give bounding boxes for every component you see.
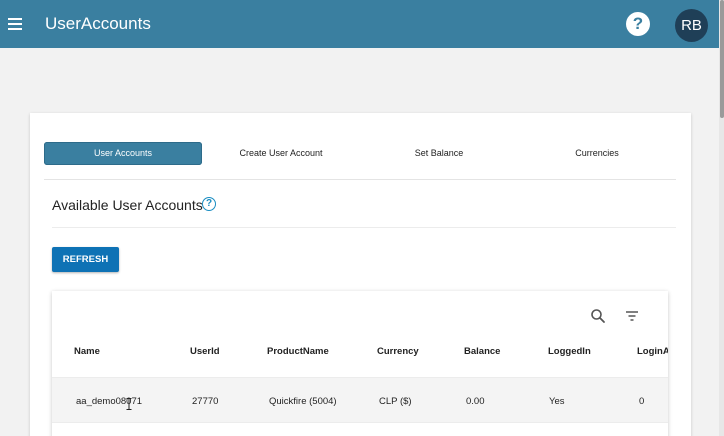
column-header-logina[interactable]: LoginA — [637, 346, 668, 357]
section-help-icon[interactable]: ? — [202, 197, 216, 211]
tab-set-balance[interactable]: Set Balance — [360, 142, 518, 165]
cell-productname: Quickfire (5004) — [269, 396, 337, 407]
table-row[interactable]: aa_demo08071 27770 Quickfire (5004) CLP … — [52, 377, 668, 423]
accounts-table: Name UserId ProductName Currency Balance… — [52, 291, 668, 436]
column-header-loggedin[interactable]: LoggedIn — [548, 346, 591, 357]
column-header-productname[interactable]: ProductName — [267, 346, 329, 357]
text-cursor-icon — [126, 398, 132, 410]
tab-user-accounts[interactable]: User Accounts — [44, 142, 202, 165]
help-icon[interactable]: ? — [626, 12, 650, 36]
search-icon[interactable] — [589, 307, 607, 325]
cell-currency: CLP ($) — [379, 396, 412, 407]
column-header-balance[interactable]: Balance — [464, 346, 500, 357]
cell-name: aa_demo08071 — [76, 396, 143, 407]
app-title: UserAccounts — [45, 14, 151, 33]
cell-balance: 0.00 — [466, 396, 485, 407]
tab-currencies[interactable]: Currencies — [518, 142, 676, 165]
column-header-userid[interactable]: UserId — [190, 346, 220, 357]
section-title: Available User Accounts — [52, 197, 203, 213]
menu-icon[interactable] — [8, 16, 23, 30]
tab-divider — [44, 179, 676, 180]
section-divider — [52, 227, 676, 228]
filter-icon[interactable] — [623, 307, 641, 325]
column-header-name[interactable]: Name — [74, 346, 100, 357]
avatar[interactable]: RB — [675, 9, 708, 42]
page-scrollbar-thumb[interactable] — [720, 0, 724, 118]
cell-userid: 27770 — [192, 396, 219, 407]
tab-create-user-account[interactable]: Create User Account — [202, 142, 360, 165]
cell-logina: 0 — [639, 396, 645, 407]
app-bar: UserAccounts ? RB — [0, 0, 719, 48]
column-header-currency[interactable]: Currency — [377, 346, 419, 357]
cell-loggedin: Yes — [549, 396, 565, 407]
user-accounts-card: User Accounts Create User Account Set Ba… — [30, 113, 691, 436]
refresh-button[interactable]: REFRESH — [52, 247, 119, 272]
